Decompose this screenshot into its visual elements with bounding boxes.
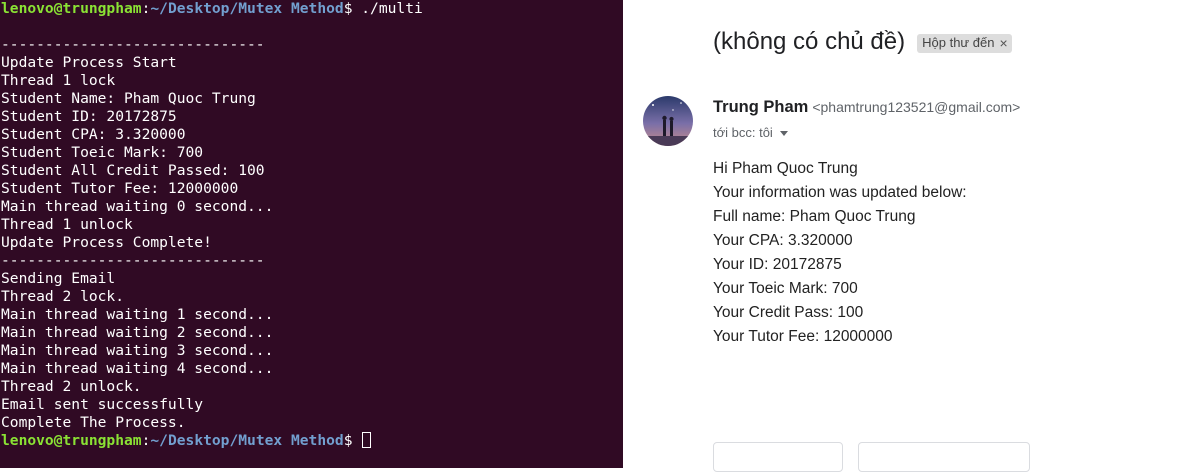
inbox-label-chip[interactable]: Hộp thư đến × [917, 33, 1012, 53]
terminal-output-line: Main thread waiting 4 second... [1, 360, 274, 377]
avatar-image [643, 96, 693, 146]
chevron-down-icon[interactable] [779, 131, 788, 136]
terminal-output-line: Student Toeic Mark: 700 [1, 144, 204, 161]
sender-email: <phamtrung123521@gmail.com> [812, 99, 1021, 115]
recipient-text: tới bcc: tôi [713, 125, 773, 140]
subject-row: (không có chủ đề) Hộp thư đến × [713, 28, 1012, 56]
terminal-output-line: Main thread waiting 1 second... [1, 306, 274, 323]
terminal-output-line: Sending Email [1, 270, 116, 287]
terminal-cursor [362, 432, 372, 448]
terminal-output-line: Email sent successfully [1, 396, 204, 413]
terminal-output-line: Student CPA: 3.320000 [1, 126, 186, 143]
terminal-command: ./multi [352, 0, 423, 17]
terminal-output-line: ------------------------------ [1, 36, 265, 53]
body-line: Your ID: 20172875 [713, 256, 842, 273]
terminal-output-line: Thread 2 lock. [1, 288, 125, 305]
avatar[interactable] [643, 96, 693, 146]
body-line: Your CPA: 3.320000 [713, 232, 853, 249]
terminal-output-line: Main thread waiting 3 second... [1, 342, 274, 359]
terminal-output-line: Student Tutor Fee: 12000000 [1, 180, 239, 197]
terminal-output-line: Main thread waiting 2 second... [1, 324, 274, 341]
close-icon[interactable]: × [999, 35, 1007, 51]
terminal-prompt-line[interactable]: lenovo@trungpham:~/Desktop/Mutex Method$ [1, 432, 423, 450]
recipient-details[interactable]: tới bcc: tôi [713, 125, 788, 140]
terminal-output-line: Student Name: Pham Quoc Trung [1, 90, 256, 107]
terminal-output-line: Update Process Start [1, 54, 177, 71]
body-line: Hi Pham Quoc Trung [713, 160, 858, 177]
body-line: Full name: Pham Quoc Trung [713, 208, 916, 225]
terminal-output-line: Student ID: 20172875 [1, 108, 177, 125]
terminal-window[interactable]: lenovo@trungpham:~/Desktop/Mutex Method$… [0, 0, 623, 468]
terminal-output-line: Update Process Complete! [1, 234, 212, 251]
terminal-output-line: Student All Credit Passed: 100 [1, 162, 265, 179]
body-line: Your Tutor Fee: 12000000 [713, 328, 893, 345]
prompt-user: lenovo@trungpham [1, 432, 142, 449]
email-body: Hi Pham Quoc Trung Your information was … [713, 157, 967, 349]
terminal-output-line: Main thread waiting 0 second... [1, 198, 274, 215]
terminal-output-line: ------------------------------ [1, 252, 265, 269]
prompt-path: ~/Desktop/Mutex Method [150, 432, 344, 449]
sender-row: Trung Pham <phamtrung123521@gmail.com> [713, 98, 1020, 117]
inbox-label-text: Hộp thư đến [922, 35, 995, 50]
terminal-prompt-line: lenovo@trungpham:~/Desktop/Mutex Method$… [1, 0, 423, 18]
sender-name[interactable]: Trung Pham [713, 98, 808, 116]
email-view: (không có chủ đề) Hộp thư đến × Trung Ph… [623, 0, 1202, 472]
terminal-output-line: Thread 2 unlock. [1, 378, 142, 395]
terminal-output-line: Complete The Process. [1, 414, 186, 431]
body-line: Your Credit Pass: 100 [713, 304, 864, 321]
terminal-output: lenovo@trungpham:~/Desktop/Mutex Method$… [1, 0, 423, 450]
terminal-output-line: Thread 1 lock [1, 72, 116, 89]
prompt-user: lenovo@trungpham [1, 0, 142, 17]
terminal-output-line: Thread 1 unlock [1, 216, 133, 233]
prompt-symbol: $ [343, 432, 353, 449]
body-line: Your Toeic Mark: 700 [713, 280, 858, 297]
body-line: Your information was updated below: [713, 184, 967, 201]
email-subject: (không có chủ đề) [713, 28, 906, 55]
prompt-path: ~/Desktop/Mutex Method [150, 0, 344, 17]
